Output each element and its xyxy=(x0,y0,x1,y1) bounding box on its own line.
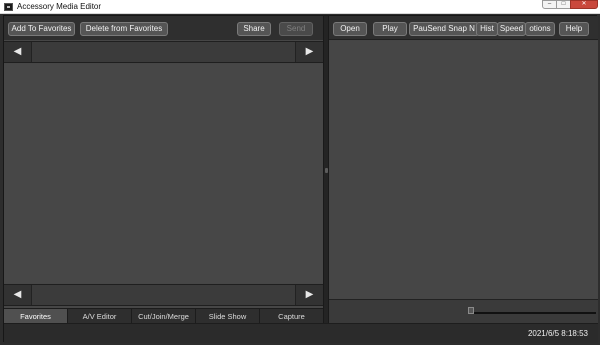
player-pane: Open Play PauSend Snap N Hist Speed otio… xyxy=(329,16,598,323)
window-title: Accessory Media Editor xyxy=(17,2,102,11)
add-to-favorites-button[interactable]: Add To Favorites xyxy=(8,22,75,36)
favorites-pane: Add To Favorites Delete from Favorites S… xyxy=(4,16,323,324)
video-display[interactable] xyxy=(329,41,598,299)
status-bar: 2021/6/5 8:18:53 xyxy=(4,323,598,343)
tab-favorites[interactable]: Favorites xyxy=(4,309,68,324)
share-button[interactable]: Share xyxy=(237,22,271,36)
mode-tabs: Favorites A/V Editor Cut/Join/Merge Slid… xyxy=(4,308,323,324)
client-area: Add To Favorites Delete from Favorites S… xyxy=(3,15,598,343)
right-arrow-icon[interactable]: ▶ xyxy=(295,285,323,305)
playback-bar xyxy=(329,299,598,323)
maximize-button[interactable]: □ xyxy=(556,0,571,9)
tab-slide-show[interactable]: Slide Show xyxy=(196,309,260,324)
left-arrow-icon[interactable]: ◀ xyxy=(4,285,32,305)
bottom-navigation-bar: ◀ ▶ xyxy=(4,284,323,306)
send-button[interactable]: Send xyxy=(279,22,313,36)
seek-slider-handle[interactable] xyxy=(468,307,474,314)
delete-from-favorites-button[interactable]: Delete from Favorites xyxy=(80,22,168,36)
options-button[interactable]: otions xyxy=(525,22,555,36)
close-button[interactable]: ✕ xyxy=(570,0,598,9)
splitter-grip-icon xyxy=(325,168,328,173)
favorites-list[interactable] xyxy=(4,64,323,283)
favorites-toolbar: Add To Favorites Delete from Favorites S… xyxy=(4,16,323,40)
status-datetime: 2021/6/5 8:18:53 xyxy=(527,329,588,338)
tab-av-editor[interactable]: A/V Editor xyxy=(68,309,132,324)
speed-button[interactable]: Speed xyxy=(497,22,526,36)
right-arrow-icon[interactable]: ▶ xyxy=(295,42,323,62)
top-navigation-bar: ◀ ▶ xyxy=(4,41,323,63)
help-button[interactable]: Help xyxy=(559,22,589,36)
minimize-button[interactable]: – xyxy=(542,0,557,9)
title-bar: Accessory Media Editor – □ ✕ xyxy=(0,0,600,14)
pause-send-snap-button[interactable]: PauSend Snap N xyxy=(409,22,479,36)
open-button[interactable]: Open xyxy=(333,22,367,36)
tab-capture[interactable]: Capture xyxy=(260,309,323,324)
play-button[interactable]: Play xyxy=(373,22,407,36)
history-button[interactable]: Hist xyxy=(476,22,498,36)
seek-track[interactable] xyxy=(469,312,596,314)
player-toolbar: Open Play PauSend Snap N Hist Speed otio… xyxy=(329,16,598,40)
app-icon xyxy=(4,3,13,11)
tab-cut-join-merge[interactable]: Cut/Join/Merge xyxy=(132,309,196,324)
left-arrow-icon[interactable]: ◀ xyxy=(4,42,32,62)
